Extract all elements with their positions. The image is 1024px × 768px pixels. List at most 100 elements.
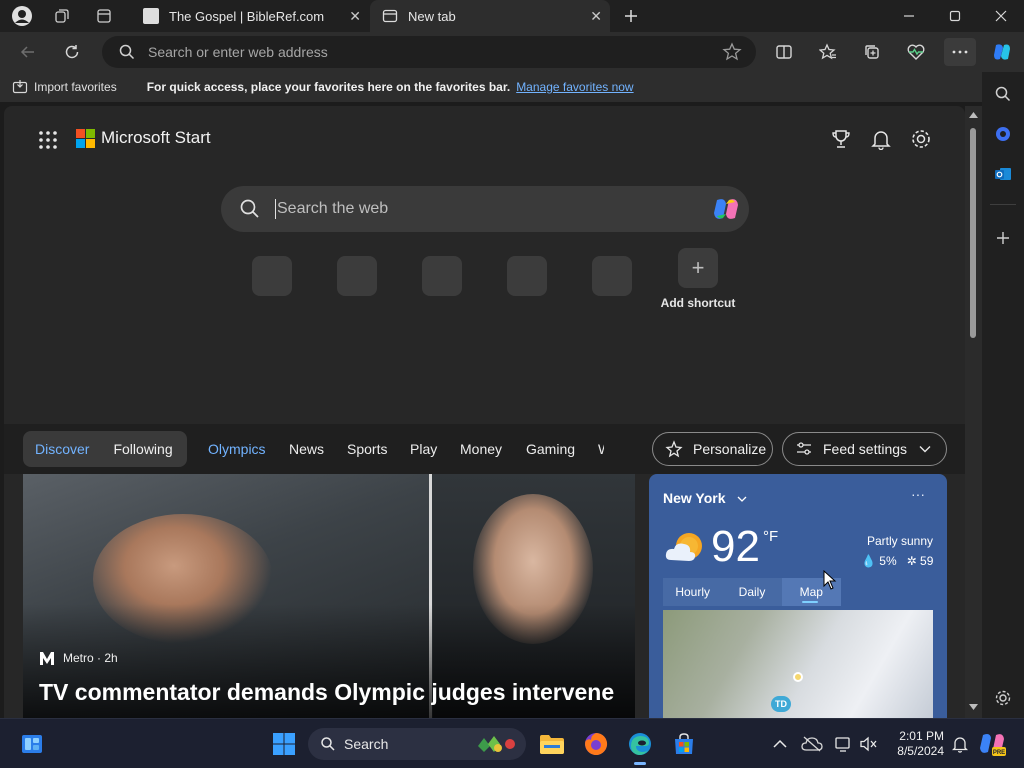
shortcut-tile[interactable] — [252, 256, 292, 296]
tab-bibleref[interactable]: The Gospel | BibleRef.com ✕ — [133, 0, 369, 32]
notifications-bell-icon[interactable] — [870, 128, 892, 150]
import-favorites-button[interactable]: Import favorites — [12, 79, 117, 95]
tab-actions-icon[interactable] — [90, 4, 118, 28]
bibleref-favicon-icon — [143, 8, 159, 24]
web-search-input[interactable]: Search the web — [221, 186, 749, 232]
page-content: Microsoft Start Search the web + Add sho… — [0, 102, 982, 718]
nav-truncated[interactable]: W — [598, 441, 604, 457]
browser-essentials-icon[interactable] — [902, 38, 930, 66]
system-clock[interactable]: 2:01 PM 8/5/2024 — [880, 729, 944, 759]
search-icon — [320, 736, 336, 755]
collections-icon[interactable] — [858, 38, 886, 66]
microsoft-store-icon[interactable] — [668, 728, 700, 760]
onedrive-icon[interactable] — [796, 728, 828, 760]
chevron-down-icon — [737, 496, 747, 502]
hero-story-card[interactable]: Metro · 2h TV commentator demands Olympi… — [23, 474, 635, 718]
title-bar: The Gospel | BibleRef.com ✕ New tab ✕ — [0, 0, 1024, 32]
air-quality: ✲ 59 — [907, 554, 934, 568]
close-tab-icon[interactable]: ✕ — [590, 8, 602, 25]
chevron-down-icon — [919, 446, 931, 453]
storm-marker[interactable]: TD — [771, 696, 791, 712]
tab-discover[interactable]: Discover — [23, 441, 101, 457]
shortcut-tile[interactable] — [337, 256, 377, 296]
feed-settings-button[interactable]: Feed settings — [782, 432, 947, 466]
add-shortcut-button[interactable]: + Add shortcut — [660, 248, 736, 310]
search-placeholder: Search the web — [277, 200, 389, 217]
partly-sunny-icon — [663, 526, 709, 573]
profile-avatar-icon[interactable] — [8, 4, 36, 28]
weather-condition: Partly sunny — [867, 534, 934, 548]
feed-mode-switch: Discover Following — [23, 431, 187, 467]
sidebar-add-icon[interactable] — [989, 224, 1017, 252]
app-launcher-icon[interactable] — [38, 130, 58, 150]
nav-gaming[interactable]: Gaming — [526, 441, 575, 457]
weather-location[interactable]: New York — [663, 490, 747, 506]
personalize-button[interactable]: Personalize — [652, 432, 773, 466]
favorites-icon[interactable] — [814, 38, 842, 66]
sidebar-settings-gear-icon[interactable] — [989, 684, 1017, 712]
more-options-icon[interactable]: ··· — [911, 486, 925, 502]
page-settings-gear-icon[interactable] — [910, 128, 932, 150]
weather-stats: 💧 5% ✲ 59 — [861, 554, 933, 568]
notifications-bell-icon[interactable] — [944, 728, 976, 760]
minimize-icon[interactable] — [886, 0, 932, 32]
microsoft-start-brand[interactable]: Microsoft Start — [76, 128, 211, 148]
sidebar-search-icon[interactable] — [989, 80, 1017, 108]
weather-tab-daily[interactable]: Daily — [722, 578, 781, 606]
windows-taskbar: Search 2:01 PM 8/5/2024 PRE — [0, 718, 1024, 768]
workspaces-icon[interactable] — [48, 4, 76, 28]
tab-new-tab[interactable]: New tab ✕ — [370, 0, 610, 32]
new-tab-plus-icon[interactable] — [617, 4, 645, 28]
shortcut-tile[interactable] — [507, 256, 547, 296]
split-screen-icon[interactable] — [770, 38, 798, 66]
shortcut-tile[interactable] — [422, 256, 462, 296]
copilot-taskbar-icon[interactable]: PRE — [976, 728, 1008, 760]
import-icon — [12, 80, 28, 94]
weather-map[interactable]: TD — [663, 610, 933, 718]
widgets-icon[interactable] — [16, 728, 48, 760]
browser-toolbar: Search or enter web address — [0, 32, 1024, 72]
show-hidden-icons-chevron-icon[interactable] — [764, 728, 796, 760]
scrollbar-thumb[interactable] — [970, 128, 976, 338]
nav-play[interactable]: Play — [410, 441, 437, 457]
address-bar[interactable]: Search or enter web address — [102, 36, 756, 68]
start-windows-icon[interactable] — [268, 728, 300, 760]
nav-news[interactable]: News — [289, 441, 324, 457]
firefox-icon[interactable] — [580, 728, 612, 760]
rewards-trophy-icon[interactable] — [830, 128, 852, 150]
favorite-star-icon[interactable] — [722, 42, 742, 65]
story-headline[interactable]: TV commentator demands Olympic judges in… — [39, 678, 629, 706]
page-scrollbar[interactable] — [965, 106, 982, 718]
shortcut-tile[interactable] — [592, 256, 632, 296]
taskbar-search-box[interactable]: Search — [308, 728, 526, 760]
scroll-up-arrow-icon[interactable] — [969, 112, 978, 118]
copilot-search-icon[interactable] — [711, 195, 741, 228]
outlook-icon[interactable] — [989, 160, 1017, 188]
search-icon — [118, 43, 136, 64]
copilot-icon[interactable] — [988, 38, 1016, 66]
weather-tab-hourly[interactable]: Hourly — [663, 578, 722, 606]
sidebar-copilot-icon[interactable] — [989, 120, 1017, 148]
svg-text:PRE: PRE — [993, 750, 1005, 756]
tab-title: The Gospel | BibleRef.com — [169, 8, 325, 24]
nav-money[interactable]: Money — [460, 441, 502, 457]
close-tab-icon[interactable]: ✕ — [349, 8, 361, 25]
nav-sports[interactable]: Sports — [347, 441, 387, 457]
air-quality-icon: ✲ — [906, 554, 917, 568]
settings-more-icon[interactable] — [944, 38, 976, 66]
raindrop-icon: 💧 — [861, 554, 876, 568]
back-arrow-icon[interactable] — [14, 38, 42, 66]
close-window-icon[interactable] — [978, 0, 1024, 32]
maximize-icon[interactable] — [932, 0, 978, 32]
file-explorer-icon[interactable] — [536, 728, 568, 760]
manage-favorites-link[interactable]: Manage favorites now — [516, 80, 633, 94]
scroll-down-arrow-icon[interactable] — [969, 704, 978, 710]
nav-olympics[interactable]: Olympics — [208, 441, 266, 457]
favorites-bar: Import favorites For quick access, place… — [0, 72, 1024, 102]
tab-title: New tab — [408, 8, 456, 24]
feed-settings-label: Feed settings — [823, 441, 908, 457]
tab-following[interactable]: Following — [101, 441, 184, 457]
weather-card[interactable]: New York ··· 92 °F Partly sunny 💧 5% ✲ 5… — [649, 474, 947, 718]
edge-browser-icon[interactable] — [624, 728, 656, 765]
refresh-icon[interactable] — [58, 38, 86, 66]
